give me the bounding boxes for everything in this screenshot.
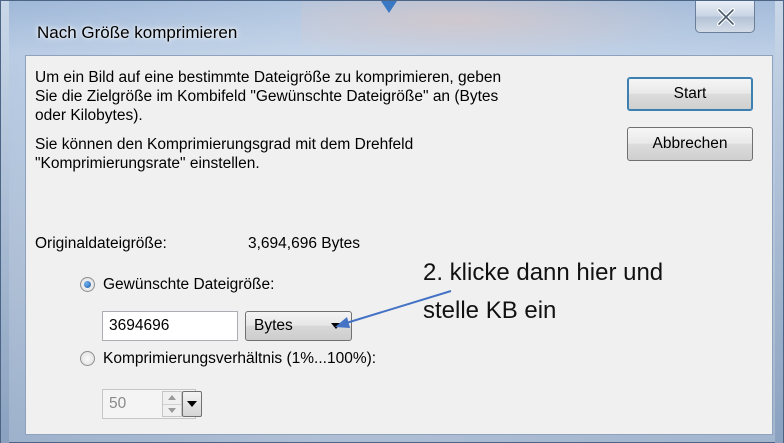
start-button[interactable]: Start xyxy=(627,77,753,111)
dialog-window-frame: Nach Größe komprimieren Um ein Bild auf … xyxy=(0,0,784,443)
compression-ratio-radio[interactable] xyxy=(80,351,95,366)
window-right-edge xyxy=(775,1,783,443)
close-icon xyxy=(717,8,735,26)
original-size-value: 3,694,696 Bytes xyxy=(248,235,361,252)
dialog-title: Nach Größe komprimieren xyxy=(37,23,238,42)
cancel-button[interactable]: Abbrechen xyxy=(627,127,753,161)
description-line-1: Um ein Bild auf eine bestimmte Dateigröß… xyxy=(35,69,502,86)
original-size-label: Originaldateigröße: xyxy=(35,235,167,252)
top-pointer-marker xyxy=(381,1,397,13)
description-line-2: Sie die Zielgröße im Kombifeld "Gewünsch… xyxy=(35,88,499,105)
frame-background-decoration xyxy=(301,1,701,61)
compression-ratio-label: Komprimierungsverhältnis (1%...100%): xyxy=(103,350,377,367)
size-unit-combobox[interactable]: Bytes xyxy=(245,311,352,341)
close-button[interactable] xyxy=(695,1,755,33)
size-unit-value: Bytes xyxy=(254,317,293,334)
annotation-line-1: 2. klicke dann hier und xyxy=(423,259,664,286)
desired-size-label: Gewünschte Dateigröße: xyxy=(103,276,275,293)
description-line-3: oder Kilobytes). xyxy=(35,107,143,124)
desired-size-radio[interactable] xyxy=(80,277,95,292)
description-line-5: "Komprimierungsrate" einstellen. xyxy=(35,155,260,172)
dialog-client-area: Um ein Bild auf eine bestimmte Dateigröß… xyxy=(25,55,773,435)
chevron-down-icon xyxy=(331,323,341,329)
compression-ratio-dropdown[interactable] xyxy=(182,391,202,417)
description-line-4: Sie können den Komprimierungsgrad mit de… xyxy=(35,136,414,153)
spin-down-icon[interactable] xyxy=(163,404,181,416)
desired-size-input[interactable]: 3694696 xyxy=(102,311,238,341)
window-left-edge xyxy=(1,1,9,443)
annotation-line-2: stelle KB ein xyxy=(423,297,557,324)
compression-ratio-spinner[interactable] xyxy=(162,391,182,417)
